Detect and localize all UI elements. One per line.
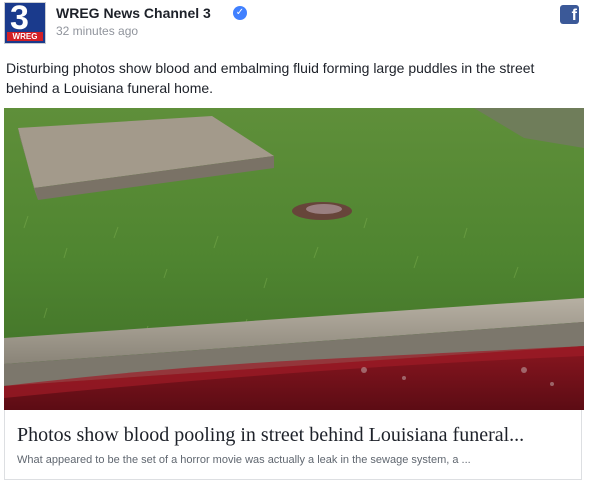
logo-tag: WREG [7,32,43,41]
post-text: Disturbing photos show blood and embalmi… [6,60,535,96]
post-timestamp[interactable]: 32 minutes ago [56,24,138,38]
post-header: 3 WREG WREG News Channel 3 ✓ 32 minutes … [0,0,596,50]
link-title[interactable]: Photos show blood pooling in street behi… [17,424,573,447]
post-photo[interactable] [4,108,584,410]
street-photo-illustration [4,108,584,410]
link-preview-card[interactable]: Photos show blood pooling in street behi… [4,410,582,480]
facebook-icon[interactable]: f [560,5,579,24]
link-description: What appeared to be the set of a horror … [17,454,471,466]
page-avatar[interactable]: 3 WREG [4,2,46,44]
page-name-link[interactable]: WREG News Channel 3 [56,5,211,21]
verified-check-icon: ✓ [233,6,247,20]
